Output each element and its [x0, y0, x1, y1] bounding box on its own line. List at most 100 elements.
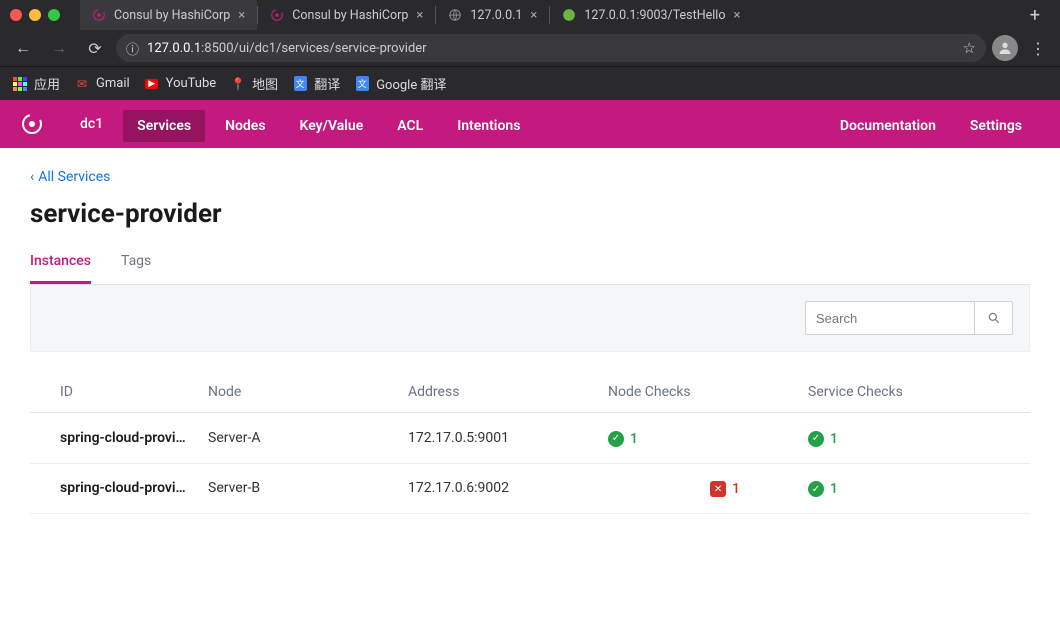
browser-tab[interactable]: 127.0.0.1 × [436, 0, 549, 30]
health-check: ✕1 [710, 481, 740, 497]
forward-button[interactable]: → [44, 33, 74, 63]
cell-id: spring-cloud-provide... [30, 463, 200, 514]
nav-item-intentions[interactable]: Intentions [443, 110, 534, 142]
profile-avatar[interactable] [992, 35, 1018, 61]
bookmarks-bar: 应用✉Gmail▶YouTube📍地图文翻译文Google 翻译 [0, 66, 1060, 100]
cell-address: 172.17.0.5:9001 [400, 413, 600, 464]
browser-tab[interactable]: 127.0.0.1:9003/TestHello × [550, 0, 752, 30]
health-check: ✓1 [608, 431, 638, 447]
browser-tab[interactable]: Consul by HashiCorp × [80, 0, 257, 30]
search-toolbar [30, 285, 1030, 352]
bookmark-label: Gmail [96, 76, 130, 91]
cell-node: Server-A [200, 413, 400, 464]
tab-title: 127.0.0.1:9003/TestHello [584, 8, 725, 23]
spring-favicon-icon [562, 8, 576, 22]
close-tab-icon[interactable]: × [238, 8, 245, 23]
table-row[interactable]: spring-cloud-provide...Server-B172.17.0.… [30, 463, 1030, 514]
nav-item-acl[interactable]: ACL [383, 110, 437, 142]
chevron-left-icon: ‹ [30, 169, 34, 185]
check-count: 1 [630, 431, 638, 447]
bookmark-star-icon[interactable]: ☆ [963, 39, 976, 57]
window-controls [10, 9, 60, 21]
close-tab-icon[interactable]: × [416, 8, 423, 23]
back-button[interactable]: ← [8, 33, 38, 63]
table-row[interactable]: spring-cloud-provide...Server-A172.17.0.… [30, 413, 1030, 464]
search-input[interactable] [805, 301, 975, 335]
column-header: Service Checks [800, 374, 1030, 413]
bookmark-item[interactable]: 文 Google 翻译 [354, 74, 446, 93]
check-circle-icon: ✓ [808, 431, 824, 447]
search-icon [987, 311, 1001, 325]
consul-nav: dc1 ServicesNodesKey/ValueACLIntentions … [0, 100, 1060, 148]
nav-item-documentation[interactable]: Documentation [826, 110, 950, 142]
tab-title: 127.0.0.1 [470, 8, 522, 23]
minimize-window-icon[interactable] [29, 9, 41, 21]
kebab-menu-icon[interactable]: ⋮ [1024, 39, 1052, 58]
subtab-instances[interactable]: Instances [30, 245, 91, 284]
tab-strip: Consul by HashiCorp × Consul by HashiCorp ×… [68, 0, 1012, 30]
nav-item-keyvalue[interactable]: Key/Value [286, 110, 378, 142]
check-count: 1 [830, 481, 838, 497]
cell-node: Server-B [200, 463, 400, 514]
reload-button[interactable]: ⟳ [80, 33, 110, 63]
back-to-services-link[interactable]: ‹ All Services [30, 169, 110, 185]
column-header: ID [30, 374, 200, 413]
bookmark-item[interactable]: 文翻译 [292, 74, 340, 93]
translate-icon: 文 [354, 76, 370, 92]
maps-icon: 📍 [230, 76, 246, 92]
browser-tab[interactable]: Consul by HashiCorp × [258, 0, 435, 30]
globe-favicon-icon [448, 8, 462, 22]
tab-title: Consul by HashiCorp [114, 8, 230, 23]
consul-favicon-icon [92, 8, 106, 22]
bookmark-label: Google 翻译 [376, 74, 446, 93]
nav-datacenter[interactable]: dc1 [66, 108, 117, 140]
bookmark-label: 应用 [34, 74, 60, 93]
subtab-tags[interactable]: Tags [121, 245, 151, 284]
cell-node-checks: ✕1 [600, 463, 800, 514]
youtube-icon: ▶ [144, 76, 160, 92]
site-info-icon[interactable]: ⓘ [126, 39, 139, 58]
nav-item-services[interactable]: Services [123, 110, 205, 142]
bookmark-item[interactable]: ✉ Gmail [74, 76, 130, 92]
cell-id: spring-cloud-provide... [30, 413, 200, 464]
translate-icon: 文 [292, 76, 308, 92]
bookmark-item[interactable]: 应用 [12, 74, 60, 93]
bookmark-label: 翻译 [314, 74, 340, 93]
url-field[interactable]: ⓘ 127.0.0.1:8500/ui/dc1/services/service… [116, 34, 986, 62]
apps-icon [12, 76, 28, 92]
column-header: Node Checks [600, 374, 800, 413]
health-check: ✓1 [808, 431, 838, 447]
column-header: Address [400, 374, 600, 413]
maximize-window-icon[interactable] [48, 9, 60, 21]
bookmark-label: 地图 [252, 74, 278, 93]
service-title: service-provider [30, 199, 1030, 229]
search-button[interactable] [975, 301, 1013, 335]
consul-favicon-icon [270, 8, 284, 22]
tab-title: Consul by HashiCorp [292, 8, 408, 23]
close-window-icon[interactable] [10, 9, 22, 21]
column-header: Node [200, 374, 400, 413]
page-content: ‹ All Services service-provider Instance… [0, 148, 1060, 532]
cell-service-checks: ✓1 [800, 463, 1030, 514]
check-count: 1 [732, 481, 740, 497]
health-check: ✓1 [808, 481, 838, 497]
bookmark-item[interactable]: ▶YouTube [144, 76, 217, 92]
bookmark-item[interactable]: 📍 地图 [230, 74, 278, 93]
nav-item-nodes[interactable]: Nodes [211, 110, 279, 142]
check-circle-icon: ✓ [608, 431, 624, 447]
url-text: 127.0.0.1:8500/ui/dc1/services/service-p… [147, 41, 427, 56]
browser-chrome: Consul by HashiCorp × Consul by HashiCorp ×… [0, 0, 1060, 100]
cell-address: 172.17.0.6:9002 [400, 463, 600, 514]
nav-item-settings[interactable]: Settings [956, 110, 1036, 142]
address-bar: ← → ⟳ ⓘ 127.0.0.1:8500/ui/dc1/services/s… [0, 30, 1060, 66]
new-tab-button[interactable]: + [1020, 5, 1050, 26]
close-tab-icon[interactable]: × [733, 8, 740, 23]
x-square-icon: ✕ [710, 481, 726, 497]
gmail-icon: ✉ [74, 76, 90, 92]
titlebar: Consul by HashiCorp × Consul by HashiCorp ×… [0, 0, 1060, 30]
check-count: 1 [830, 431, 838, 447]
cell-node-checks: ✓1 [600, 413, 800, 464]
close-tab-icon[interactable]: × [530, 8, 537, 23]
consul-logo-icon[interactable] [18, 110, 46, 138]
subtabs: Instances Tags [30, 245, 1030, 285]
